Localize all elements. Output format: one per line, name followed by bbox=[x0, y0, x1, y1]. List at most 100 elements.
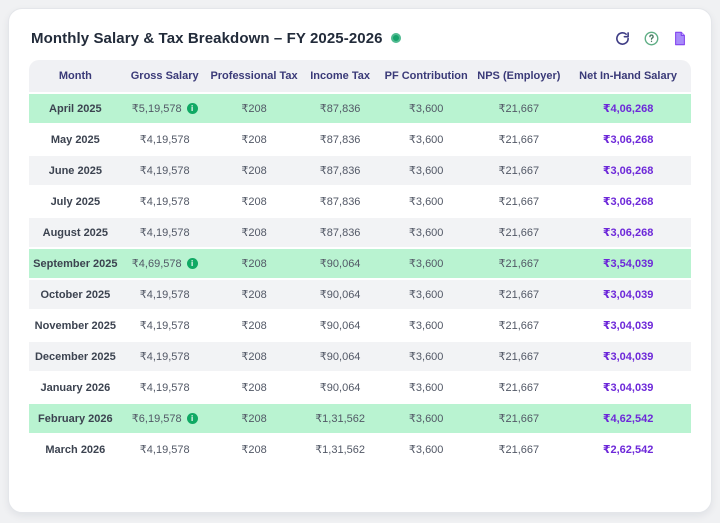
cell-net: ₹4,62,542 bbox=[565, 402, 691, 433]
info-icon[interactable]: i bbox=[187, 413, 198, 424]
cell-nps-employer: ₹21,667 bbox=[473, 433, 566, 464]
cell-professional-tax: ₹208 bbox=[208, 433, 301, 464]
cell-net: ₹3,04,039 bbox=[565, 309, 691, 340]
info-icon[interactable]: i bbox=[187, 103, 198, 114]
refresh-icon bbox=[615, 31, 630, 46]
cell-pf-contribution: ₹3,600 bbox=[380, 402, 473, 433]
column-header-pf-contribution: PF Contribution bbox=[380, 60, 473, 92]
cell-net: ₹3,54,039 bbox=[565, 247, 691, 278]
cell-month: June 2025 bbox=[29, 154, 122, 185]
cell-gross-salary: ₹4,19,578 bbox=[122, 185, 208, 216]
cell-nps-employer: ₹21,667 bbox=[473, 216, 566, 247]
cell-nps-employer: ₹21,667 bbox=[473, 123, 566, 154]
cell-net: ₹4,06,268 bbox=[565, 92, 691, 123]
cell-professional-tax: ₹208 bbox=[208, 216, 301, 247]
cell-gross-salary: ₹6,19,578i bbox=[122, 402, 208, 433]
table-row: September 2025₹4,69,578i₹208₹90,064₹3,60… bbox=[29, 247, 691, 278]
cell-income-tax: ₹87,836 bbox=[300, 185, 379, 216]
cell-gross-salary: ₹4,69,578i bbox=[122, 247, 208, 278]
cell-pf-contribution: ₹3,600 bbox=[380, 216, 473, 247]
cell-professional-tax: ₹208 bbox=[208, 340, 301, 371]
cell-professional-tax: ₹208 bbox=[208, 371, 301, 402]
title-wrap: Monthly Salary & Tax Breakdown – FY 2025… bbox=[31, 30, 401, 47]
cell-pf-contribution: ₹3,600 bbox=[380, 371, 473, 402]
cell-nps-employer: ₹21,667 bbox=[473, 309, 566, 340]
cell-month: March 2026 bbox=[29, 433, 122, 464]
cell-income-tax: ₹90,064 bbox=[300, 247, 379, 278]
table-row: November 2025₹4,19,578₹208₹90,064₹3,600₹… bbox=[29, 309, 691, 340]
header-actions bbox=[613, 29, 689, 47]
table-row: March 2026₹4,19,578₹208₹1,31,562₹3,600₹2… bbox=[29, 433, 691, 464]
cell-pf-contribution: ₹3,600 bbox=[380, 433, 473, 464]
cell-gross-salary: ₹4,19,578 bbox=[122, 123, 208, 154]
cell-pf-contribution: ₹3,600 bbox=[380, 123, 473, 154]
cell-month: November 2025 bbox=[29, 309, 122, 340]
cell-income-tax: ₹1,31,562 bbox=[300, 402, 379, 433]
column-header-net-in-hand-salary: Net In-Hand Salary bbox=[565, 60, 691, 92]
cell-professional-tax: ₹208 bbox=[208, 185, 301, 216]
table-header-row: MonthGross SalaryProfessional TaxIncome … bbox=[29, 60, 691, 92]
column-header-nps-employer: NPS (Employer) bbox=[473, 60, 566, 92]
table-row: February 2026₹6,19,578i₹208₹1,31,562₹3,6… bbox=[29, 402, 691, 433]
refresh-button[interactable] bbox=[613, 29, 631, 47]
cell-professional-tax: ₹208 bbox=[208, 123, 301, 154]
cell-pf-contribution: ₹3,600 bbox=[380, 247, 473, 278]
table-row: October 2025₹4,19,578₹208₹90,064₹3,600₹2… bbox=[29, 278, 691, 309]
cell-pf-contribution: ₹3,600 bbox=[380, 309, 473, 340]
cell-pf-contribution: ₹3,600 bbox=[380, 278, 473, 309]
table-row: July 2025₹4,19,578₹208₹87,836₹3,600₹21,6… bbox=[29, 185, 691, 216]
cell-month: July 2025 bbox=[29, 185, 122, 216]
document-icon bbox=[673, 31, 687, 46]
help-circle-icon bbox=[644, 31, 659, 46]
info-icon[interactable]: i bbox=[187, 258, 198, 269]
cell-nps-employer: ₹21,667 bbox=[473, 247, 566, 278]
help-button[interactable] bbox=[642, 29, 660, 47]
cell-net: ₹3,04,039 bbox=[565, 340, 691, 371]
cell-income-tax: ₹1,31,562 bbox=[300, 433, 379, 464]
cell-month: May 2025 bbox=[29, 123, 122, 154]
salary-table-wrap: MonthGross SalaryProfessional TaxIncome … bbox=[29, 60, 691, 464]
cell-month: January 2026 bbox=[29, 371, 122, 402]
cell-net: ₹3,04,039 bbox=[565, 371, 691, 402]
cell-net: ₹3,06,268 bbox=[565, 154, 691, 185]
column-header-gross-salary: Gross Salary bbox=[122, 60, 208, 92]
cell-professional-tax: ₹208 bbox=[208, 247, 301, 278]
cell-net: ₹3,06,268 bbox=[565, 185, 691, 216]
column-header-income-tax: Income Tax bbox=[300, 60, 379, 92]
salary-breakdown-card: Monthly Salary & Tax Breakdown – FY 2025… bbox=[8, 8, 712, 513]
cell-nps-employer: ₹21,667 bbox=[473, 278, 566, 309]
cell-income-tax: ₹90,064 bbox=[300, 309, 379, 340]
cell-month: April 2025 bbox=[29, 92, 122, 123]
cell-income-tax: ₹90,064 bbox=[300, 371, 379, 402]
cell-professional-tax: ₹208 bbox=[208, 92, 301, 123]
cell-gross-salary: ₹4,19,578 bbox=[122, 216, 208, 247]
cell-month: February 2026 bbox=[29, 402, 122, 433]
page-title: Monthly Salary & Tax Breakdown – FY 2025… bbox=[31, 30, 383, 47]
table-row: May 2025₹4,19,578₹208₹87,836₹3,600₹21,66… bbox=[29, 123, 691, 154]
column-header-professional-tax: Professional Tax bbox=[208, 60, 301, 92]
cell-pf-contribution: ₹3,600 bbox=[380, 340, 473, 371]
cell-income-tax: ₹90,064 bbox=[300, 340, 379, 371]
cell-gross-salary: ₹4,19,578 bbox=[122, 278, 208, 309]
table-row: April 2025₹5,19,578i₹208₹87,836₹3,600₹21… bbox=[29, 92, 691, 123]
cell-month: October 2025 bbox=[29, 278, 122, 309]
column-header-month: Month bbox=[29, 60, 122, 92]
cell-gross-salary: ₹4,19,578 bbox=[122, 154, 208, 185]
cell-net: ₹3,06,268 bbox=[565, 216, 691, 247]
cell-gross-salary: ₹4,19,578 bbox=[122, 371, 208, 402]
cell-gross-salary: ₹4,19,578 bbox=[122, 340, 208, 371]
cell-month: September 2025 bbox=[29, 247, 122, 278]
cell-net: ₹3,04,039 bbox=[565, 278, 691, 309]
cell-month: December 2025 bbox=[29, 340, 122, 371]
cell-income-tax: ₹87,836 bbox=[300, 216, 379, 247]
report-button[interactable] bbox=[671, 29, 689, 47]
cell-professional-tax: ₹208 bbox=[208, 154, 301, 185]
cell-nps-employer: ₹21,667 bbox=[473, 371, 566, 402]
cell-professional-tax: ₹208 bbox=[208, 278, 301, 309]
table-row: June 2025₹4,19,578₹208₹87,836₹3,600₹21,6… bbox=[29, 154, 691, 185]
cell-income-tax: ₹87,836 bbox=[300, 92, 379, 123]
cell-nps-employer: ₹21,667 bbox=[473, 402, 566, 433]
cell-net: ₹2,62,542 bbox=[565, 433, 691, 464]
cell-nps-employer: ₹21,667 bbox=[473, 154, 566, 185]
cell-nps-employer: ₹21,667 bbox=[473, 340, 566, 371]
